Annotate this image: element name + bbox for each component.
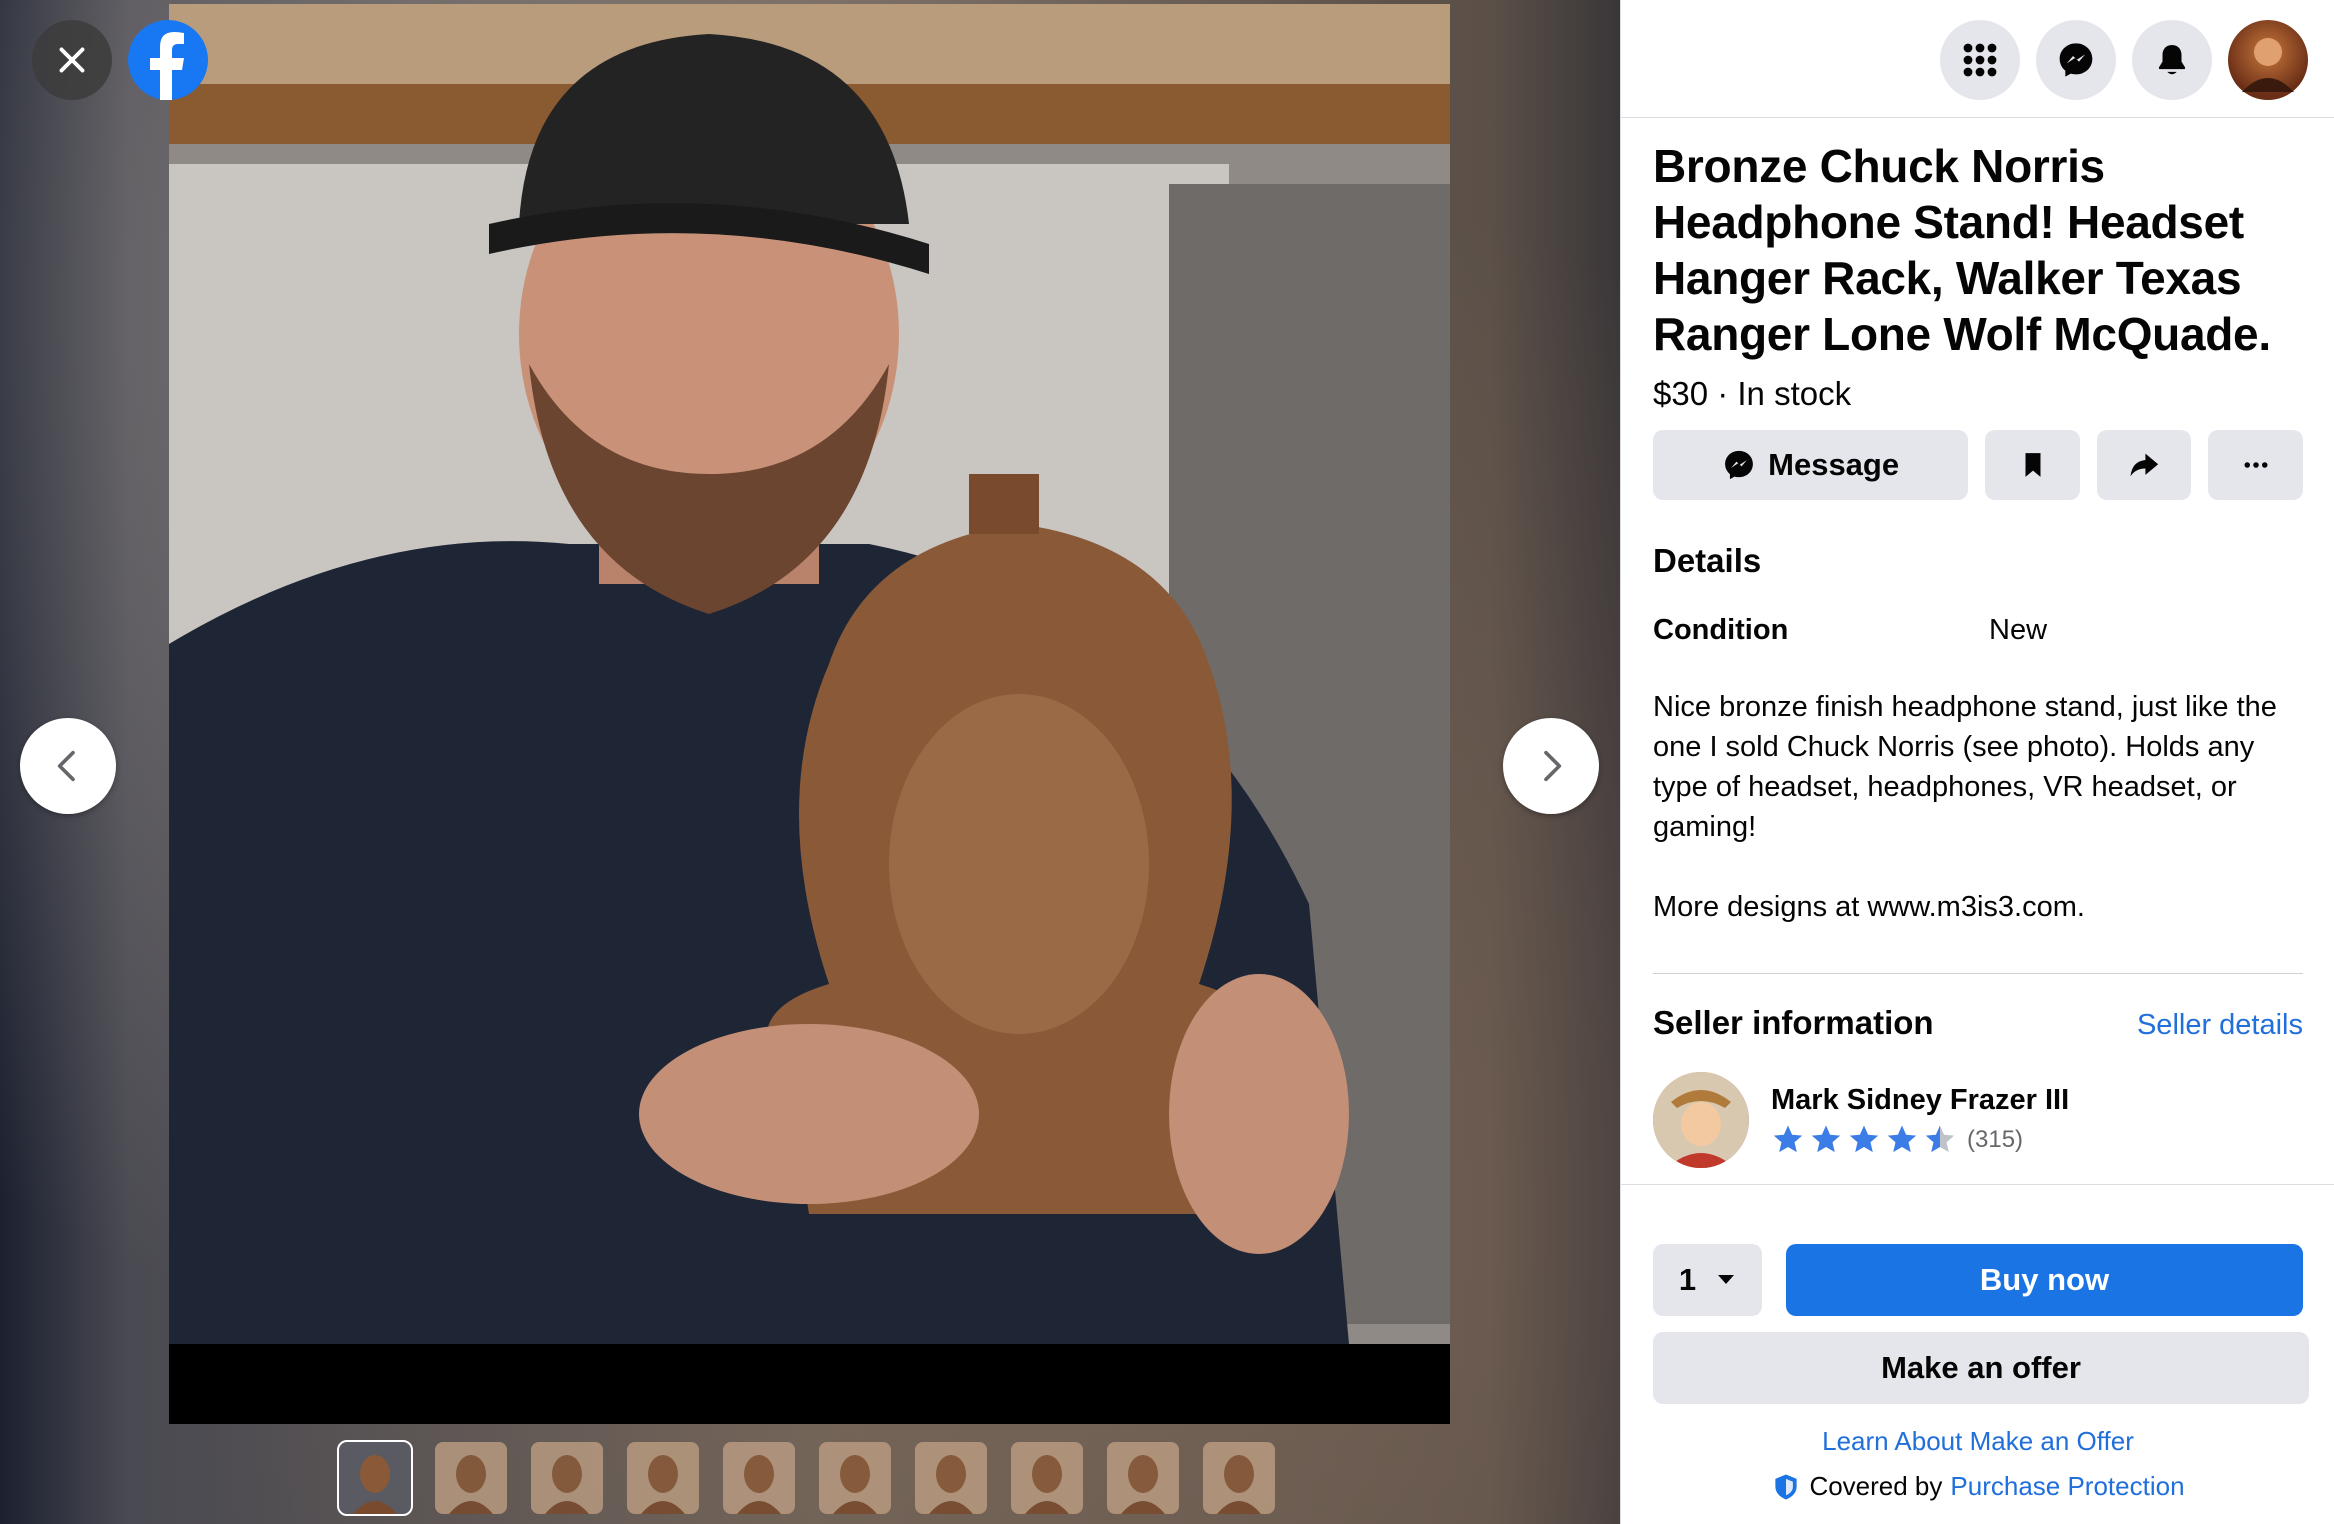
thumbnail-image [339,1442,411,1514]
share-arrow-icon [2130,453,2159,477]
photo-thumbnail[interactable] [723,1442,795,1514]
quantity-value: 1 [1678,1262,1697,1297]
purchase-protection-row: Covered by Purchase Protection [1653,1471,2303,1502]
facebook-logo-button[interactable] [128,20,208,100]
thumbnail-image [435,1442,507,1514]
make-offer-button[interactable]: Make an offer [1653,1332,2309,1404]
star-icon [1925,1125,1955,1152]
photo-thumbnail[interactable] [1107,1442,1179,1514]
seller-info-heading: Seller information [1653,1004,1934,1041]
messenger-icon [1725,450,1754,480]
thumbnail-image [1011,1442,1083,1514]
bookmark-icon [2025,453,2041,477]
rating-count: (315) [1967,1125,2024,1153]
covered-by-text: Covered by [1809,1471,1943,1501]
grid-menu-icon [1963,43,1997,77]
thumbnail-image [531,1442,603,1514]
seller-name[interactable]: Mark Sidney Frazer III [1771,1084,2069,1117]
listing-panel: Bronze Chuck Norris Headphone Stand! Hea… [1620,0,2334,1524]
seller-avatar-image [1653,1072,1749,1168]
messenger-button[interactable] [2036,20,2116,100]
caret-down-icon [1718,1275,1735,1284]
listing-title: Bronze Chuck Norris Headphone Stand! Hea… [1653,140,2271,360]
thumbnail-image [1107,1442,1179,1514]
price-and-stock: $30 · In stock [1653,375,1852,412]
next-photo-button[interactable] [1503,718,1599,814]
avatar-icon [2242,38,2294,92]
buy-row: 1 Buy now [1653,1244,2303,1316]
photo-thumbnail[interactable] [435,1442,507,1514]
previous-photo-button[interactable] [20,718,116,814]
purchase-area: 1 Buy now Make an offer Learn About Make… [1653,1244,2309,1502]
thumbnail-image [915,1442,987,1514]
seller-avatar[interactable] [1653,1072,1749,1168]
buy-now-button[interactable]: Buy now [1785,1244,2303,1316]
seller-meta: Mark Sidney Frazer III (315) [1771,1084,2069,1157]
details-heading: Details [1653,542,1762,579]
listing-description: Nice bronze finish headphone stand, just… [1653,691,2277,923]
close-icon [59,47,85,73]
photo-illustration [169,4,1450,1424]
photo-thumbnail[interactable] [1011,1442,1083,1514]
quantity-select[interactable]: 1 [1653,1244,1762,1316]
star-icon [1773,1125,1803,1152]
more-dots-icon [2244,462,2268,468]
condition-value: New [1989,614,2048,646]
top-bar [1621,0,2334,118]
star-icon [1849,1125,1879,1152]
listing-content: Bronze Chuck Norris Headphone Stand! Hea… [1653,138,2303,1168]
message-button-label: Message [1768,447,1900,482]
shield-icon [1775,1474,1798,1499]
facebook-logo-icon [150,32,184,100]
photo-thumbnail[interactable] [1203,1442,1275,1514]
photo-thumbnail[interactable] [627,1442,699,1514]
divider [1653,973,2303,974]
listing-photo [169,4,1450,1424]
notifications-button[interactable] [2132,20,2212,100]
seller-details-link[interactable]: Seller details [2137,1009,2303,1042]
thumbnail-image [723,1442,795,1514]
purchase-protection-link[interactable]: Purchase Protection [1950,1471,2184,1502]
photo-thumbnail[interactable] [337,1440,413,1516]
divider [1621,1184,2334,1185]
thumbnail-image [1203,1442,1275,1514]
condition-label: Condition [1653,614,1789,646]
seller-rating: (315) [1771,1123,2069,1157]
star-icon [1811,1125,1841,1152]
thumbnail-image [819,1442,891,1514]
action-buttons: Message [1653,430,2303,500]
profile-avatar[interactable] [2228,20,2308,100]
menu-button[interactable] [1940,20,2020,100]
photo-viewer [0,0,1620,1524]
bell-icon [2158,44,2186,75]
photo-thumbnail[interactable] [915,1442,987,1514]
photo-thumbnail[interactable] [819,1442,891,1514]
thumbnail-strip [337,1440,1275,1516]
seller-header: Seller information Seller details [1653,1004,2303,1042]
chevron-left-icon [57,750,75,782]
condition-row: Condition New [1653,614,2303,647]
save-button[interactable] [1985,430,2080,500]
share-button[interactable] [2096,430,2192,500]
chevron-right-icon [1544,750,1562,782]
star-icon [1887,1125,1917,1152]
close-button[interactable] [32,20,112,100]
message-button[interactable]: Message [1653,430,1969,500]
seller-row: Mark Sidney Frazer III (315) [1653,1072,2303,1168]
learn-make-offer-link[interactable]: Learn About Make an Offer [1653,1426,2303,1457]
photo-thumbnail[interactable] [531,1442,603,1514]
messenger-icon [2059,43,2093,77]
more-options-button[interactable] [2208,430,2303,500]
thumbnail-image [627,1442,699,1514]
